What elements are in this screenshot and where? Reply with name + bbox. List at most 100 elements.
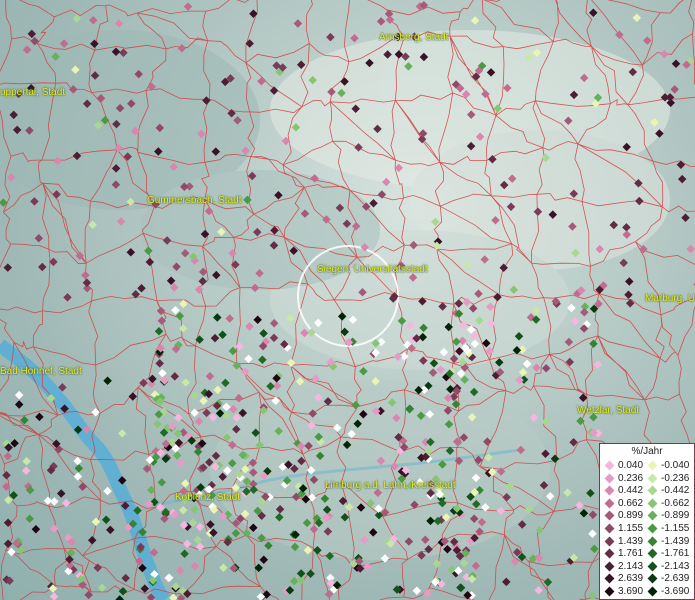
measurement-point (170, 372, 180, 381)
measurement-point (259, 329, 268, 338)
measurement-point (219, 563, 228, 573)
measurement-point (22, 457, 31, 466)
measurement-point (38, 262, 47, 272)
measurement-point (234, 393, 244, 403)
measurement-point (43, 496, 53, 505)
measurement-point (78, 482, 87, 491)
legend: %/Jahr 0.040 0.236 0.442 0.662 0.899 1.155 1.4… (599, 443, 695, 600)
measurement-point (115, 595, 124, 600)
measurement-point (56, 489, 66, 498)
city-label-badhonnef: Bad Honnef, Stadt (0, 366, 82, 377)
city-label-limburg: Limburg a.d. Lahn, Kreisstadt (325, 480, 456, 491)
legend-swatch-positive-9 (604, 573, 615, 584)
measurement-point (289, 576, 299, 586)
legend-swatch-positive-1 (604, 473, 615, 484)
measurement-point (471, 561, 481, 571)
measurement-point (432, 559, 442, 569)
measurement-point (221, 378, 230, 388)
measurement-point (543, 577, 553, 587)
measurement-point (624, 290, 633, 299)
measurement-point (154, 326, 164, 336)
measurement-point (145, 257, 155, 267)
legend-value-negative-5: -1.155 (661, 523, 690, 534)
measurement-point (541, 417, 551, 427)
legend-value-negative-4: -0.899 (661, 510, 690, 522)
measurement-point (91, 517, 101, 527)
measurement-point (181, 378, 191, 387)
measurement-point (87, 535, 97, 545)
measurement-point (459, 559, 469, 568)
measurement-point (181, 479, 190, 488)
measurement-point (222, 410, 231, 420)
measurement-point (14, 400, 24, 409)
legend-swatch-positive-8 (604, 561, 615, 572)
measurement-point (529, 413, 539, 422)
city-label-wetzlar: Wetzlar, Stadt (577, 405, 640, 416)
measurement-point (266, 382, 275, 391)
measurement-point (369, 199, 378, 208)
measurement-point (179, 299, 188, 309)
measurement-point (240, 367, 250, 376)
measurement-point (73, 456, 82, 466)
city-label-gummersbach: Gummersbach, Stadt (147, 195, 242, 206)
measurement-point (35, 412, 44, 422)
legend-value-negative-9: -2.639 (661, 573, 690, 585)
measurement-point (564, 337, 574, 347)
legend-value-positive-5: 1.155 (618, 523, 644, 534)
measurement-point (128, 392, 138, 401)
measurement-point (586, 488, 595, 498)
measurement-point (210, 333, 220, 343)
measurement-point (178, 506, 188, 515)
legend-swatch-positive-6 (604, 536, 615, 547)
measurement-point (175, 311, 185, 321)
measurement-point (470, 16, 480, 25)
measurement-point (249, 9, 258, 18)
measurement-point (205, 372, 215, 381)
measurement-point (195, 542, 205, 551)
measurement-point (180, 549, 189, 558)
measurement-point (81, 270, 90, 280)
measurement-point (101, 515, 111, 524)
legend-value-positive-6: 1.439 (618, 535, 644, 547)
measurement-point (589, 339, 598, 349)
legend-value-negative-6: -1.439 (661, 535, 690, 547)
measurement-point (253, 315, 262, 325)
measurement-point (350, 34, 359, 43)
measurement-point (174, 413, 183, 423)
measurement-point (676, 160, 686, 170)
legend-swatch-negative-1 (647, 473, 658, 484)
measurement-point (21, 466, 31, 475)
measurement-point (176, 458, 185, 467)
measurement-point (677, 174, 687, 184)
legend-swatch-positive-0 (604, 460, 615, 471)
measurement-point (588, 510, 598, 519)
measurement-point (7, 547, 16, 557)
map-canvas (0, 0, 695, 600)
legend-value-positive-0: 0.040 (618, 460, 644, 471)
measurement-point (625, 299, 635, 308)
measurement-point (65, 555, 74, 564)
measurement-point (193, 447, 203, 456)
legend-swatch-negative-5 (647, 523, 658, 534)
measurement-point (183, 2, 193, 11)
measurement-point (3, 263, 13, 272)
measurement-point (643, 36, 652, 45)
measurement-point (619, 258, 628, 268)
legend-value-positive-1: 0.236 (618, 472, 644, 484)
measurement-point (202, 408, 211, 418)
measurement-point (632, 13, 642, 22)
measurement-point (175, 566, 185, 575)
measurement-point (31, 525, 41, 534)
measurement-point (518, 367, 528, 377)
legend-swatch-negative-9 (647, 573, 658, 584)
map-view[interactable]: Arnsberg, Stadt uppertal, Stadt Gummersb… (0, 0, 695, 600)
measurement-point (686, 244, 695, 254)
measurement-point (215, 409, 225, 418)
measurement-point (296, 569, 306, 578)
legend-swatch-negative-0 (647, 460, 658, 471)
city-label-koblenz: Koblenz, Stadt (175, 492, 241, 503)
measurement-point (376, 17, 386, 26)
measurement-point (153, 419, 162, 429)
legend-swatch-negative-10 (647, 586, 658, 597)
legend-swatch-negative-8 (647, 561, 658, 572)
